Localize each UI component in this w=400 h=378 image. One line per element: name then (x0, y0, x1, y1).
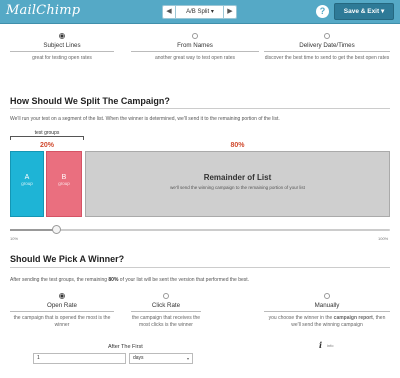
split-type-title: From Names (131, 39, 259, 52)
duration-unit-select[interactable]: days ▾ (129, 353, 193, 364)
group-b-block: B group (46, 151, 82, 217)
remainder-desc: we'll send the winning campaign to the r… (170, 185, 305, 190)
remainder-block: Remainder of List we'll send the winning… (85, 151, 390, 217)
manual-desc-report: campaign report (333, 315, 373, 321)
winner-option-desc: you choose the winner in the campaign re… (264, 312, 390, 329)
save-exit-button[interactable]: Save & Exit ▾ (334, 3, 394, 20)
top-bar: MailChimp ◀ A/B Split ▾ ▶ ? Save & Exit … (0, 0, 400, 24)
winner-section-intro: After sending the test groups, the remai… (10, 277, 249, 283)
remainder-title: Remainder of List (203, 173, 272, 182)
split-type-desc: great for testing open rates (32, 55, 92, 61)
chevron-down-icon: ▾ (186, 356, 189, 361)
remainder-percent: 80% (230, 142, 245, 149)
split-slider-fill (10, 229, 56, 231)
split-type-title: Subject Lines (10, 39, 114, 52)
winner-option-manually[interactable]: Manually you choose the winner in the ca… (264, 293, 390, 329)
winner-option-desc: the campaign that receives the most clic… (131, 315, 201, 328)
winner-intro-text: of your list will be sent the version th… (118, 277, 250, 283)
group-b-sublabel: group (58, 181, 70, 186)
split-section-title: How Should We Split The Campaign? (10, 96, 170, 106)
winner-section-title: Should We Pick A Winner? (10, 254, 125, 264)
mailchimp-logo[interactable]: MailChimp (6, 3, 80, 18)
winner-intro-text: After sending the test groups, the remai… (10, 277, 109, 283)
split-type-desc: another great way to test open rates (154, 55, 236, 61)
manual-desc-text: you choose the winner in the (268, 315, 334, 321)
test-groups-bracket (10, 136, 84, 140)
winner-option-open-rate[interactable]: Open Rate the campaign that is opened th… (10, 293, 114, 329)
split-type-title: Delivery Date/Times (264, 39, 390, 52)
prev-step-arrow-icon[interactable]: ◀ (162, 5, 176, 19)
test-groups-percent: 20% (39, 142, 54, 149)
next-step-arrow-icon[interactable]: ▶ (223, 5, 237, 19)
winner-option-title: Open Rate (10, 299, 114, 312)
winner-option-click-rate[interactable]: Click Rate the campaign that receives th… (131, 293, 201, 329)
slider-min-label: 10% (10, 236, 19, 241)
split-section-intro: We'll run your test on a segment of the … (10, 116, 280, 122)
duration-unit-value: days (133, 355, 144, 361)
help-icon[interactable]: ? (316, 5, 329, 18)
divider (10, 267, 390, 268)
split-type-desc: discover the best time to send to get th… (264, 55, 390, 61)
split-type-from-names[interactable]: From Names another great way to test ope… (131, 33, 259, 62)
split-mode-dropdown[interactable]: A/B Split ▾ (176, 5, 224, 19)
slider-max-label: 100% (378, 236, 389, 241)
group-a-block: A group (10, 151, 44, 217)
split-type-delivery-times[interactable]: Delivery Date/Times discover the best ti… (264, 33, 390, 62)
group-a-sublabel: group (21, 181, 33, 186)
info-label[interactable]: info (327, 343, 333, 348)
split-slider-track[interactable] (10, 229, 390, 231)
group-b-letter: B (61, 174, 67, 181)
winner-option-title: Click Rate (131, 299, 201, 312)
divider (10, 108, 390, 109)
duration-number-input[interactable]: 1 (33, 353, 126, 364)
winner-intro-percent: 80% (108, 277, 119, 283)
split-type-subject-lines[interactable]: Subject Lines great for testing open rat… (10, 33, 114, 62)
winner-option-desc: the campaign that is opened the most is … (13, 315, 111, 328)
winner-option-title: Manually (264, 299, 390, 312)
after-the-first-label: After The First (108, 344, 143, 350)
split-slider-handle[interactable] (51, 225, 61, 234)
info-icon[interactable]: i (319, 340, 322, 350)
group-a-letter: A (24, 174, 30, 181)
